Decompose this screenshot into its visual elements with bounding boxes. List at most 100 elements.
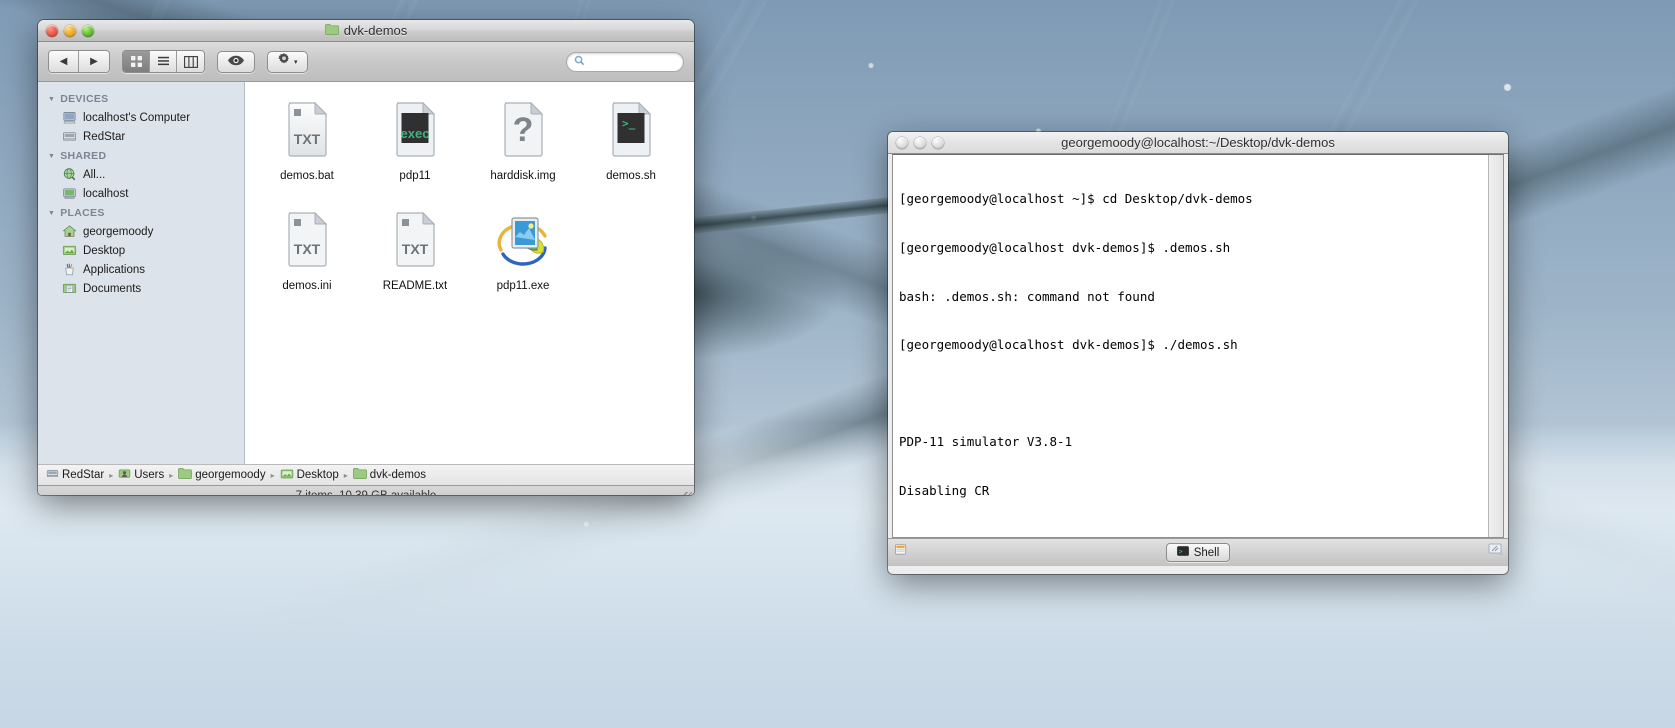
search-input[interactable] — [589, 55, 676, 68]
file-label: demos.ini — [282, 280, 332, 292]
terminal-line: [georgemoody@localhost dvk-demos]$ .demo… — [899, 240, 1231, 256]
quick-look-button[interactable] — [217, 50, 255, 73]
file-label: README.txt — [382, 280, 448, 292]
sidebar-group-devices[interactable]: ▼ DEVICES — [38, 89, 244, 108]
file-grid-pane[interactable]: TXT demos.bat exec pdp11 ? harddisk.img … — [245, 82, 694, 464]
sidebar-item-desktop[interactable]: Desktop — [38, 241, 244, 260]
terminal-output-area[interactable]: [georgemoody@localhost ~]$ cd Desktop/dv… — [892, 154, 1504, 538]
file-grid: TXT demos.bat exec pdp11 ? harddisk.img … — [245, 96, 694, 292]
tab-shell[interactable]: > Shell — [1165, 543, 1231, 562]
file-label: demos.bat — [280, 170, 334, 182]
terminal-line: bash: .demos.sh: command not found — [899, 288, 1155, 304]
disclosure-triangle-icon[interactable]: ▼ — [48, 96, 55, 103]
terminal-icon: > — [1176, 546, 1189, 559]
breadcrumb-label: Users — [134, 469, 165, 481]
sidebar-item-all[interactable]: All... — [38, 165, 244, 184]
search-field[interactable] — [566, 51, 684, 72]
sidebar-item-georgemoody[interactable]: georgemoody — [38, 222, 244, 241]
file-item[interactable]: exec pdp11 — [361, 96, 469, 182]
breadcrumb-separator-icon: ▸ — [270, 470, 275, 480]
view-mode-switcher[interactable] — [122, 50, 205, 73]
back-button[interactable]: ◀ — [49, 51, 79, 72]
finder-titlebar[interactable]: dvk-demos — [38, 20, 694, 42]
finder-window[interactable]: dvk-demos ◀ ▶ ▾ ▼ DEVICES localhost's Co… — [38, 20, 694, 495]
eye-icon — [227, 53, 245, 71]
sidebar-item-label: Desktop — [83, 244, 126, 257]
column-view-button[interactable] — [177, 51, 204, 72]
disclosure-triangle-icon[interactable]: ▼ — [48, 153, 55, 160]
file-item[interactable]: ? harddisk.img — [469, 96, 577, 182]
zoom-button[interactable] — [932, 136, 944, 149]
terminal-line: PDP-11 simulator V3.8-1 — [899, 434, 1073, 450]
sidebar-item-redstar[interactable]: RedStar — [38, 127, 244, 146]
breadcrumb-item-georgemoody[interactable]: georgemoody — [178, 468, 266, 482]
sidebar-item-localhosts-computer[interactable]: localhost's Computer — [38, 108, 244, 127]
breadcrumb-item-desktop[interactable]: Desktop — [280, 468, 339, 483]
file-badge: ? — [513, 111, 534, 149]
unknown-file-icon: ? — [497, 100, 549, 163]
finder-sidebar[interactable]: ▼ DEVICES localhost's Computer RedStar ▼… — [38, 82, 245, 464]
sidebar-item-label: Documents — [83, 282, 142, 295]
disclosure-triangle-icon[interactable]: ▼ — [48, 210, 55, 217]
terminal-bottom-bar[interactable]: > Shell — [888, 538, 1508, 566]
file-item[interactable]: TXT README.txt — [361, 206, 469, 292]
terminal-titlebar[interactable]: georgemoody@localhost:~/Desktop/dvk-demo… — [888, 132, 1508, 154]
terminal-line: Disabling CR — [899, 483, 990, 499]
zoom-button[interactable] — [82, 24, 94, 37]
new-tab-icon[interactable] — [894, 542, 909, 562]
sidebar-group-places[interactable]: ▼ PLACES — [38, 203, 244, 222]
window-controls[interactable] — [46, 24, 94, 37]
sidebar-item-applications[interactable]: Applications — [38, 260, 244, 279]
terminal-scrollbar[interactable] — [1488, 155, 1503, 537]
chevron-down-icon: ▾ — [294, 58, 298, 66]
close-button[interactable] — [896, 136, 908, 149]
breadcrumb-separator-icon: ▸ — [169, 470, 174, 480]
minimize-button[interactable] — [64, 24, 76, 37]
breadcrumb-item-redstar[interactable]: RedStar — [46, 467, 104, 483]
forward-button[interactable]: ▶ — [79, 51, 109, 72]
breadcrumb-label: RedStar — [62, 469, 105, 481]
list-view-button[interactable] — [150, 51, 177, 72]
icon-view-button[interactable] — [123, 51, 150, 72]
terminal-text: [georgemoody@localhost ~]$ cd Desktop/dv… — [893, 155, 1503, 537]
file-item[interactable]: TXT demos.ini — [253, 206, 361, 292]
sidebar-item-documents[interactable]: Documents — [38, 279, 244, 298]
breadcrumb-item-users[interactable]: Users — [118, 467, 164, 483]
terminal-window[interactable]: georgemoody@localhost:~/Desktop/dvk-demo… — [888, 132, 1508, 574]
sidebar-item-label: All... — [83, 168, 106, 181]
file-item[interactable]: pdp11.exe — [469, 206, 577, 292]
folder-icon — [324, 23, 339, 38]
sidebar-item-localhost[interactable]: localhost — [38, 184, 244, 203]
hard-disk-icon — [46, 467, 59, 483]
shared-computer-icon — [62, 186, 77, 201]
sidebar-group-label: PLACES — [60, 207, 105, 219]
action-menu-button[interactable]: ▾ — [267, 50, 308, 73]
close-button[interactable] — [46, 24, 58, 37]
breadcrumb[interactable]: RedStar ▸ Users ▸ georgemoody ▸ Desktop … — [38, 464, 694, 485]
folder-icon — [352, 468, 367, 482]
file-item[interactable]: TXT demos.bat — [253, 96, 361, 182]
folder-icon — [178, 468, 193, 482]
minimize-button[interactable] — [914, 136, 926, 149]
text-file-icon: TXT — [389, 210, 441, 273]
shell-script-icon: >_ — [605, 100, 657, 163]
sidebar-group-shared[interactable]: ▼ SHARED — [38, 146, 244, 165]
file-item[interactable]: >_ demos.sh — [577, 96, 685, 182]
breadcrumb-label: Desktop — [296, 469, 339, 481]
desktop-folder-icon — [62, 243, 77, 258]
navigation-buttons[interactable]: ◀ ▶ — [48, 50, 110, 73]
window-resize-handle[interactable] — [680, 492, 692, 495]
breadcrumb-item-dvk-demos[interactable]: dvk-demos — [352, 468, 426, 482]
finder-title: dvk-demos — [38, 23, 694, 38]
finder-toolbar[interactable]: ◀ ▶ ▾ — [38, 42, 694, 82]
finder-content: ▼ DEVICES localhost's Computer RedStar ▼… — [38, 82, 694, 464]
breadcrumb-label: georgemoody — [195, 469, 266, 481]
text-file-icon: TXT — [281, 100, 333, 163]
resize-grip-icon[interactable] — [1488, 542, 1504, 563]
file-label: demos.sh — [606, 170, 656, 182]
executable-file-icon: exec — [389, 100, 441, 163]
file-badge: TXT — [294, 241, 321, 257]
window-controls[interactable] — [896, 136, 944, 149]
icon-view-icon — [130, 55, 143, 68]
documents-folder-icon — [62, 281, 77, 296]
